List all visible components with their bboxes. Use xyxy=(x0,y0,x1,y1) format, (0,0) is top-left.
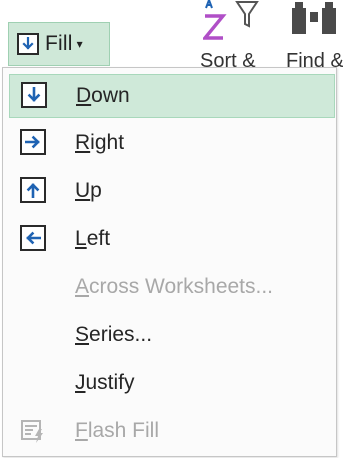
menu-item-right[interactable]: Right xyxy=(9,122,335,166)
fill-button[interactable]: Fill ▾ xyxy=(8,22,110,66)
sort-filter-button[interactable] xyxy=(201,0,263,46)
menu-item-left[interactable]: Left xyxy=(9,218,335,262)
menu-item-label: Right xyxy=(75,131,125,154)
menu-item-justify[interactable]: Justify xyxy=(9,362,335,406)
menu-item-flash-fill[interactable]: Flash Fill xyxy=(9,410,335,454)
sort-filter-label: Sort & xyxy=(200,50,256,68)
menu-item-label: Series... xyxy=(75,323,153,346)
ribbon: Fill ▾ Sort & Find & xyxy=(0,0,343,68)
menu-item-label: Up xyxy=(75,179,102,202)
fill-down-icon xyxy=(17,33,39,55)
fill-up-icon xyxy=(20,177,46,203)
menu-item-across-worksheets[interactable]: Across Worksheets... xyxy=(9,266,335,310)
fill-button-label: Fill xyxy=(45,32,73,55)
menu-item-label: Justify xyxy=(75,371,135,394)
menu-item-label: Down xyxy=(76,84,130,107)
binoculars-icon xyxy=(292,2,336,34)
find-select-button[interactable] xyxy=(288,0,343,46)
fill-left-icon xyxy=(20,225,46,251)
menu-item-label: Flash Fill xyxy=(75,419,160,442)
menu-item-series[interactable]: Series... xyxy=(9,314,335,358)
sort-filter-icon xyxy=(201,0,259,40)
flash-fill-icon xyxy=(20,418,46,444)
menu-item-up[interactable]: Up xyxy=(9,170,335,214)
menu-item-label: Across Worksheets... xyxy=(75,275,274,298)
menu-item-down[interactable]: Down xyxy=(9,74,335,118)
fill-right-icon xyxy=(20,129,46,155)
chevron-down-icon: ▾ xyxy=(76,37,83,51)
find-select-label: Find & xyxy=(286,50,343,68)
menu-item-label: Left xyxy=(75,227,111,250)
fill-down-icon xyxy=(21,82,47,108)
fill-dropdown-menu: Down Right Up Left Across Worksheets... xyxy=(2,67,337,457)
